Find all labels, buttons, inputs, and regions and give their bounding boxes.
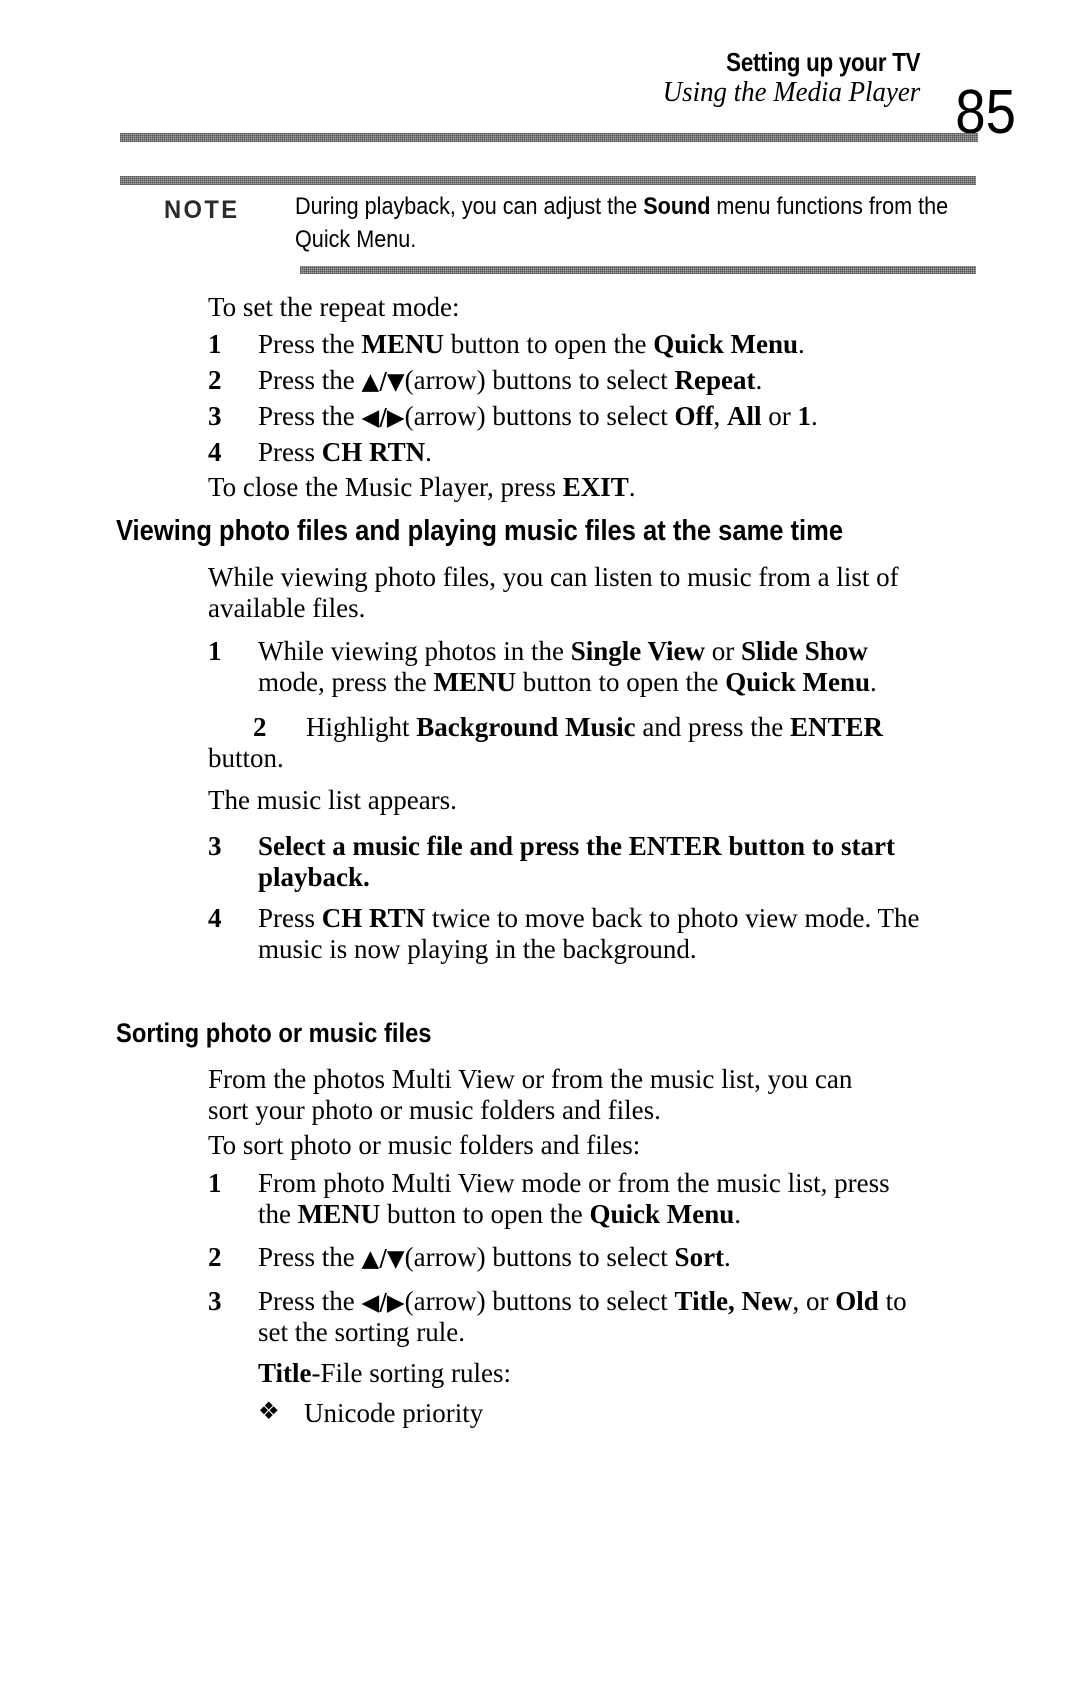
step-number: 1 xyxy=(208,1168,222,1198)
one-label: 1 xyxy=(797,401,812,431)
step-text: Highlight Background Music and press the… xyxy=(208,712,884,774)
off-label: Off xyxy=(674,401,714,431)
step-number: 2 xyxy=(208,1242,222,1272)
step-number: 2 xyxy=(253,712,267,742)
repeat-step-3: 3 Press the ◀/▶(arrow) buttons to select… xyxy=(208,401,920,432)
document-page: Setting up your TV Using the Media Playe… xyxy=(0,0,1080,1682)
single-view-label: Single View xyxy=(570,636,705,666)
old-label: Old xyxy=(835,1286,879,1316)
left-right-arrow-icon: ◀/▶ xyxy=(361,405,405,431)
ch-rtn-label: CH RTN xyxy=(321,903,426,933)
quick-menu-label: Quick Menu xyxy=(725,667,870,698)
step-text: Select a music file and press the ENTER … xyxy=(258,831,896,893)
heading-sorting-files: Sorting photo or music files xyxy=(116,1018,432,1048)
title-file-sorting-rules: Title-File sorting rules: xyxy=(258,1358,918,1389)
all-label: All xyxy=(727,401,762,431)
repeat-step-1: 1 Press the MENU button to open the Quic… xyxy=(208,329,920,360)
note-label: NOTE xyxy=(164,196,240,224)
step-number: 3 xyxy=(208,831,222,861)
menu-label: MENU xyxy=(297,1199,381,1230)
step-number: 3 xyxy=(208,1286,222,1316)
sorting-step-2: 2 Press the ▲/▼(arrow) buttons to select… xyxy=(208,1242,920,1273)
step-number: 1 xyxy=(208,636,222,666)
step-number: 2 xyxy=(208,365,222,395)
exit-label: EXIT xyxy=(562,472,629,502)
repeat-label: Repeat xyxy=(674,365,756,395)
repeat-step-4: 4 Press CH RTN. xyxy=(208,437,920,468)
note-top-rule xyxy=(120,176,976,185)
menu-label: MENU xyxy=(361,329,445,359)
enter-label: ENTER xyxy=(628,831,722,861)
viewing-intro: While viewing photo files, you can liste… xyxy=(208,562,899,624)
viewing-step-1: 1 While viewing photos in the Single Vie… xyxy=(208,636,930,699)
sorting-step-3: 3 Press the ◀/▶(arrow) buttons to select… xyxy=(208,1286,908,1349)
step-text: Press the ▲/▼(arrow) buttons to select S… xyxy=(258,1242,731,1272)
step-text: Press CH RTN. xyxy=(258,437,432,467)
title-label: Title, xyxy=(674,1286,735,1316)
step-text: While viewing photos in the Single View … xyxy=(258,636,877,698)
quick-menu-label: Quick Menu xyxy=(653,329,799,359)
step-text: Press CH RTN twice to move back to photo… xyxy=(258,903,920,965)
bullet-text: Unicode priority xyxy=(304,1398,484,1428)
left-right-arrow-icon: ◀/▶ xyxy=(361,1290,405,1316)
viewing-step-4: 4 Press CH RTN twice to move back to pho… xyxy=(208,903,930,966)
step-text: Press the ▲/▼(arrow) buttons to select R… xyxy=(258,365,763,395)
step-number: 4 xyxy=(208,903,222,933)
enter-label: ENTER xyxy=(790,712,884,742)
bullet-unicode-priority: ❖ Unicode priority xyxy=(258,1398,878,1429)
repeat-closing: To close the Music Player, press EXIT. xyxy=(208,472,636,502)
sorting-intro: From the photos Multi View or from the m… xyxy=(208,1064,853,1126)
step-text: From photo Multi View mode or from the m… xyxy=(258,1168,890,1230)
repeat-intro: To set the repeat mode: xyxy=(208,292,460,322)
step-number: 4 xyxy=(208,437,222,467)
sorting-step-1: 1 From photo Multi View mode or from the… xyxy=(208,1168,920,1231)
header-divider-rule xyxy=(120,133,978,142)
slide-show-label: Slide Show xyxy=(740,636,868,666)
new-label: New xyxy=(741,1286,793,1316)
note-text-bold: Sound xyxy=(643,193,711,220)
up-down-arrow-icon: ▲/▼ xyxy=(361,369,405,395)
quick-menu-label: Quick Menu xyxy=(589,1199,735,1230)
note-text-before: During playback, you can adjust the xyxy=(295,193,644,220)
rules-title-rest: -File sorting rules: xyxy=(311,1358,511,1388)
diamond-bullet-icon: ❖ xyxy=(258,1399,280,1425)
rules-title-bold: Title xyxy=(258,1358,312,1388)
heading-viewing-photo-files: Viewing photo files and playing music fi… xyxy=(116,515,844,547)
note-bottom-rule xyxy=(300,266,976,274)
background-music-label: Background Music xyxy=(416,712,636,742)
sorting-lead-in: To sort photo or music folders and files… xyxy=(208,1130,641,1160)
step-text: Press the ◀/▶(arrow) buttons to select O… xyxy=(258,401,818,431)
ch-rtn-label: CH RTN xyxy=(321,437,426,467)
step-text: Press the ◀/▶(arrow) buttons to select T… xyxy=(258,1286,907,1348)
header-title-group: Setting up your TV Using the Media Playe… xyxy=(652,48,920,108)
repeat-step-2: 2 Press the ▲/▼(arrow) buttons to select… xyxy=(208,365,920,396)
header-subtitle: Using the Media Player xyxy=(662,77,920,109)
page-header: Setting up your TV Using the Media Playe… xyxy=(0,48,1080,144)
up-down-arrow-icon: ▲/▼ xyxy=(361,1246,405,1272)
step-text: Press the MENU button to open the Quick … xyxy=(258,329,805,359)
header-title: Setting up your TV xyxy=(725,47,920,77)
step-number: 1 xyxy=(208,329,222,359)
viewing-step-3: 3 Select a music file and press the ENTE… xyxy=(208,831,908,894)
menu-label: MENU xyxy=(433,667,516,698)
step-number: 3 xyxy=(208,401,222,431)
music-list-appears: The music list appears. xyxy=(208,785,457,815)
note-text: During playback, you can adjust the Soun… xyxy=(295,190,981,256)
viewing-step-2: 2 Highlight Background Music and press t… xyxy=(208,712,930,775)
sort-label: Sort xyxy=(674,1242,725,1272)
